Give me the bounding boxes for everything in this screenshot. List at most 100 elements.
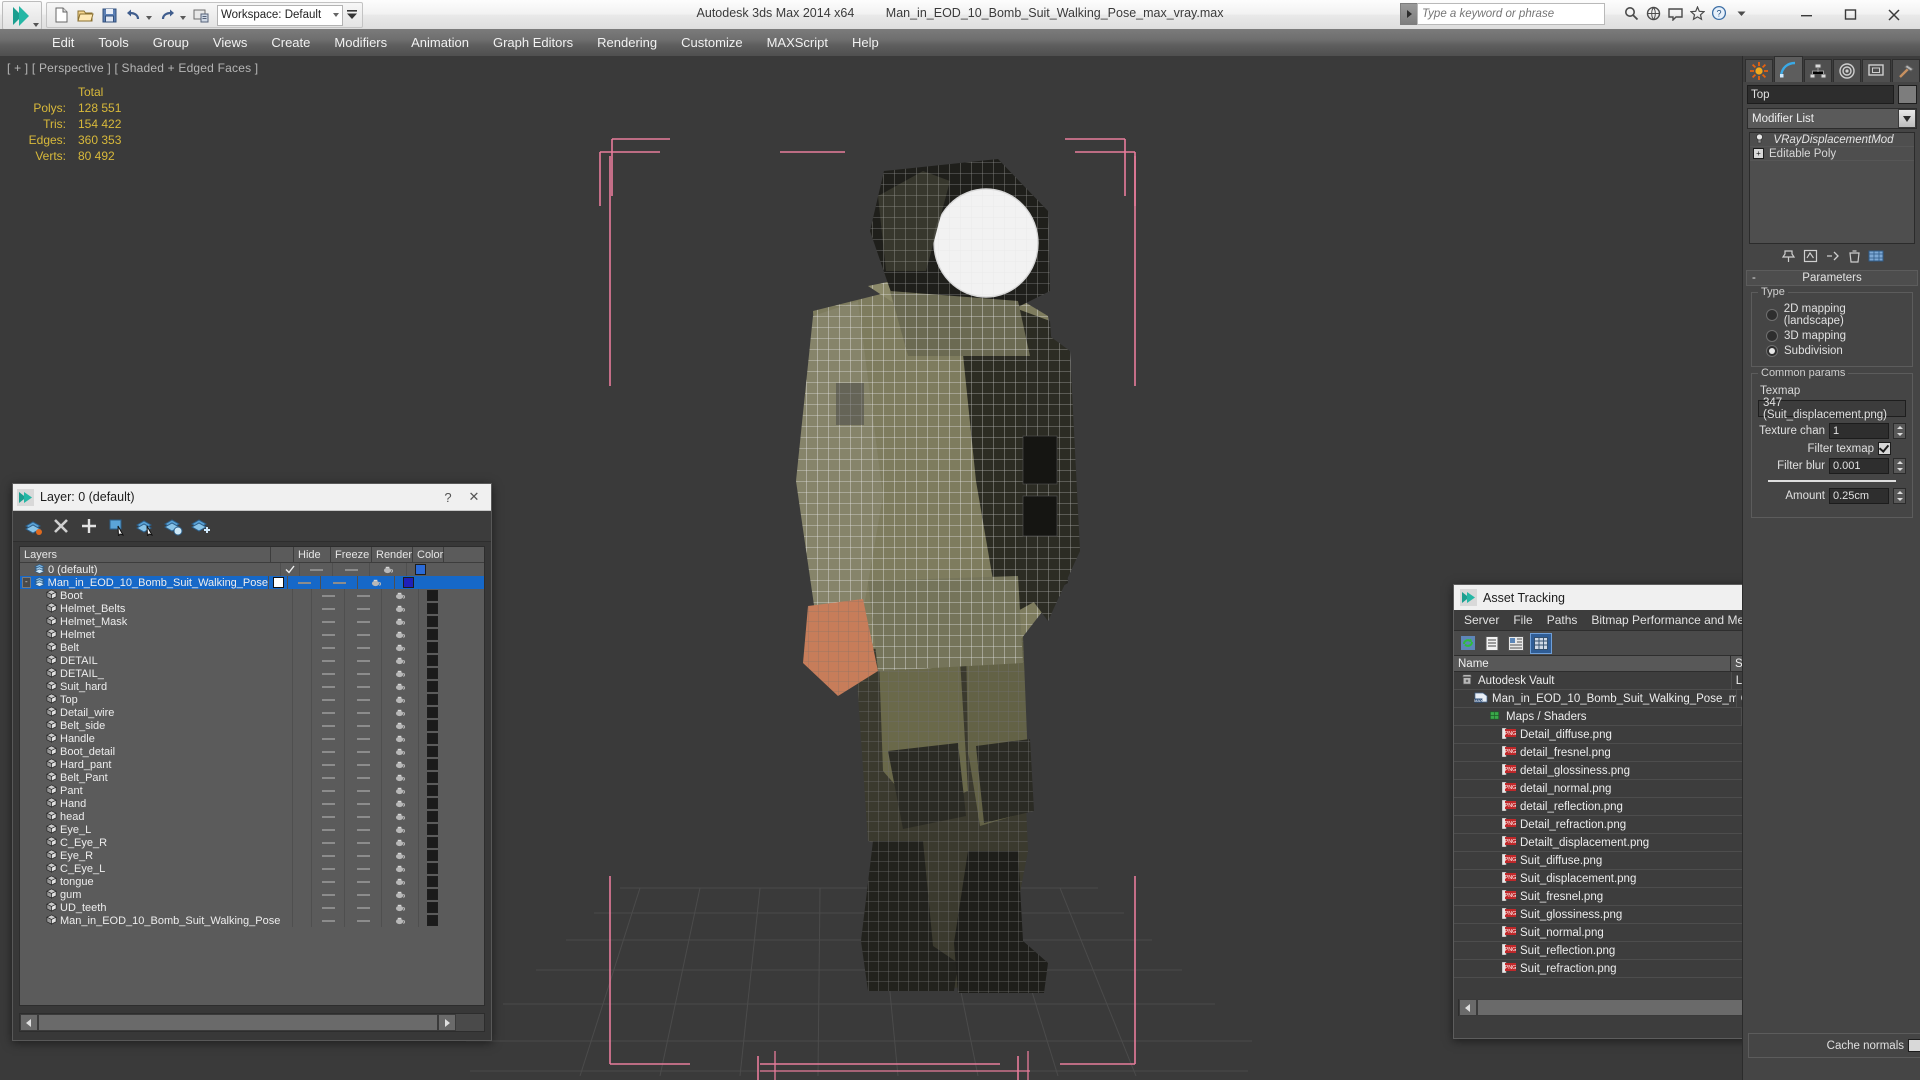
set-project-folder-icon[interactable] bbox=[190, 5, 212, 25]
layer-render-cell[interactable] bbox=[381, 914, 418, 927]
layer-render-cell[interactable] bbox=[381, 680, 418, 693]
layer-hide-cell[interactable] bbox=[311, 745, 344, 758]
new-layer-icon[interactable] bbox=[21, 514, 45, 538]
layer-hide-cell[interactable] bbox=[287, 576, 320, 589]
layer-hide-cell[interactable] bbox=[299, 563, 332, 576]
layer-freeze-cell[interactable] bbox=[344, 849, 381, 862]
layer-freeze-cell[interactable] bbox=[344, 667, 381, 680]
layer-color-cell[interactable] bbox=[418, 823, 445, 836]
layer-color-cell[interactable] bbox=[418, 888, 445, 901]
layer-color-cell[interactable] bbox=[418, 862, 445, 875]
layer-render-cell[interactable] bbox=[369, 563, 406, 576]
amount-field[interactable]: 0.25cm bbox=[1829, 488, 1889, 504]
layer-freeze-cell[interactable] bbox=[344, 732, 381, 745]
asset-name-cell[interactable]: PNG Suit_refraction.png bbox=[1454, 960, 1747, 977]
layer-name-cell[interactable]: Pant bbox=[20, 784, 292, 798]
layer-color-cell[interactable] bbox=[418, 745, 445, 758]
asset-name-cell[interactable]: PNG detail_normal.png bbox=[1454, 780, 1747, 797]
layer-freeze-cell[interactable] bbox=[344, 888, 381, 901]
add-layer-icon[interactable] bbox=[77, 514, 101, 538]
layer-render-cell[interactable] bbox=[381, 628, 418, 641]
layer-color-cell[interactable] bbox=[418, 797, 445, 810]
cache-normals-checkbox[interactable] bbox=[1908, 1039, 1920, 1052]
asset-column-header[interactable]: Name bbox=[1454, 656, 1731, 671]
hierarchy-tab[interactable] bbox=[1803, 59, 1832, 82]
amount-spinner[interactable] bbox=[1893, 488, 1906, 504]
layer-hide-cell[interactable] bbox=[311, 810, 344, 823]
layer-color-cell[interactable] bbox=[418, 901, 445, 914]
layer-render-cell[interactable] bbox=[381, 745, 418, 758]
layer-current-cell[interactable] bbox=[292, 849, 311, 862]
layer-row[interactable]: Helmet_Belts bbox=[20, 602, 484, 615]
layer-color-cell[interactable] bbox=[418, 849, 445, 862]
object-name-field[interactable]: Top bbox=[1747, 85, 1894, 104]
menu-item-customize[interactable]: Customize bbox=[669, 31, 754, 54]
undo-icon[interactable] bbox=[122, 5, 144, 25]
layer-row[interactable]: Eye_R bbox=[20, 849, 484, 862]
layer-color-cell[interactable] bbox=[418, 641, 445, 654]
layer-freeze-cell[interactable] bbox=[344, 602, 381, 615]
add-selection-to-layer-icon[interactable] bbox=[189, 514, 213, 538]
layer-name-cell[interactable]: Detail_wire bbox=[20, 706, 292, 720]
pin-stack-icon[interactable] bbox=[1780, 249, 1797, 264]
menu-item-group[interactable]: Group bbox=[141, 31, 201, 54]
layer-freeze-cell[interactable] bbox=[344, 901, 381, 914]
layer-row[interactable]: DETAIL bbox=[20, 654, 484, 667]
new-file-icon[interactable] bbox=[50, 5, 72, 25]
layer-freeze-cell[interactable] bbox=[344, 784, 381, 797]
create-tab[interactable] bbox=[1745, 59, 1774, 82]
expand-icon[interactable]: + bbox=[1753, 148, 1764, 159]
layer-freeze-cell[interactable] bbox=[344, 797, 381, 810]
command-panel[interactable]: Top Modifier List VRayDisplacementMod + Ed… bbox=[1742, 56, 1920, 1080]
layer-hide-cell[interactable] bbox=[311, 680, 344, 693]
layer-row[interactable]: Pant bbox=[20, 784, 484, 797]
layer-freeze-cell[interactable] bbox=[344, 680, 381, 693]
layer-current-cell[interactable] bbox=[292, 667, 311, 680]
layer-list[interactable]: Layers Hide Freeze Render Color 0 (default) -… bbox=[19, 546, 485, 1006]
layer-render-cell[interactable] bbox=[381, 849, 418, 862]
undo-dropdown-icon[interactable] bbox=[146, 15, 152, 20]
scroll-thumb[interactable] bbox=[38, 1014, 438, 1031]
layer-render-cell[interactable] bbox=[381, 901, 418, 914]
layer-color-cell[interactable] bbox=[418, 836, 445, 849]
asset-name-cell[interactable]: PNG Detail_diffuse.png bbox=[1454, 726, 1747, 743]
layer-current-cell[interactable] bbox=[292, 615, 311, 628]
layer-render-cell[interactable] bbox=[381, 693, 418, 706]
layer-freeze-cell[interactable] bbox=[344, 615, 381, 628]
layer-render-cell[interactable] bbox=[381, 836, 418, 849]
layer-current-cell[interactable] bbox=[292, 680, 311, 693]
layer-row[interactable]: Belt_side bbox=[20, 719, 484, 732]
layer-name-cell[interactable]: Suit_hard bbox=[20, 680, 292, 694]
layer-name-cell[interactable]: C_Eye_L bbox=[20, 862, 292, 876]
layer-name-cell[interactable]: Helmet_Mask bbox=[20, 615, 292, 629]
layer-column-header[interactable]: Render bbox=[372, 547, 413, 562]
layer-hide-cell[interactable] bbox=[311, 641, 344, 654]
layer-freeze-cell[interactable] bbox=[344, 654, 381, 667]
layer-freeze-cell[interactable] bbox=[344, 719, 381, 732]
layer-render-cell[interactable] bbox=[381, 719, 418, 732]
communication-center-icon[interactable] bbox=[1667, 4, 1684, 22]
layer-current-cell[interactable] bbox=[292, 914, 311, 927]
search-icon[interactable] bbox=[1623, 4, 1640, 22]
layer-current-cell[interactable] bbox=[292, 758, 311, 771]
layer-column-header[interactable]: Layers bbox=[20, 547, 271, 562]
layer-freeze-cell[interactable] bbox=[344, 745, 381, 758]
highlight-selected-objects-icon[interactable] bbox=[161, 514, 185, 538]
layer-hide-cell[interactable] bbox=[311, 823, 344, 836]
layer-render-cell[interactable] bbox=[381, 797, 418, 810]
layer-row[interactable]: 0 (default) bbox=[20, 563, 484, 576]
menu-item-help[interactable]: Help bbox=[840, 31, 891, 54]
utilities-tab[interactable] bbox=[1891, 59, 1920, 82]
layer-name-cell[interactable]: Eye_R bbox=[20, 849, 292, 863]
texture-channel-field[interactable]: 1 bbox=[1829, 423, 1889, 439]
layer-hide-cell[interactable] bbox=[311, 654, 344, 667]
layer-current-cell[interactable] bbox=[292, 836, 311, 849]
type-option[interactable]: Subdivision bbox=[1766, 345, 1906, 357]
layer-row[interactable]: tongue bbox=[20, 875, 484, 888]
scroll-left-button[interactable] bbox=[20, 1014, 38, 1031]
layer-name-cell[interactable]: Hard_pant bbox=[20, 758, 292, 772]
layer-hide-cell[interactable] bbox=[311, 784, 344, 797]
motion-tab[interactable] bbox=[1832, 59, 1862, 82]
layer-hide-cell[interactable] bbox=[311, 719, 344, 732]
layer-render-cell[interactable] bbox=[381, 732, 418, 745]
